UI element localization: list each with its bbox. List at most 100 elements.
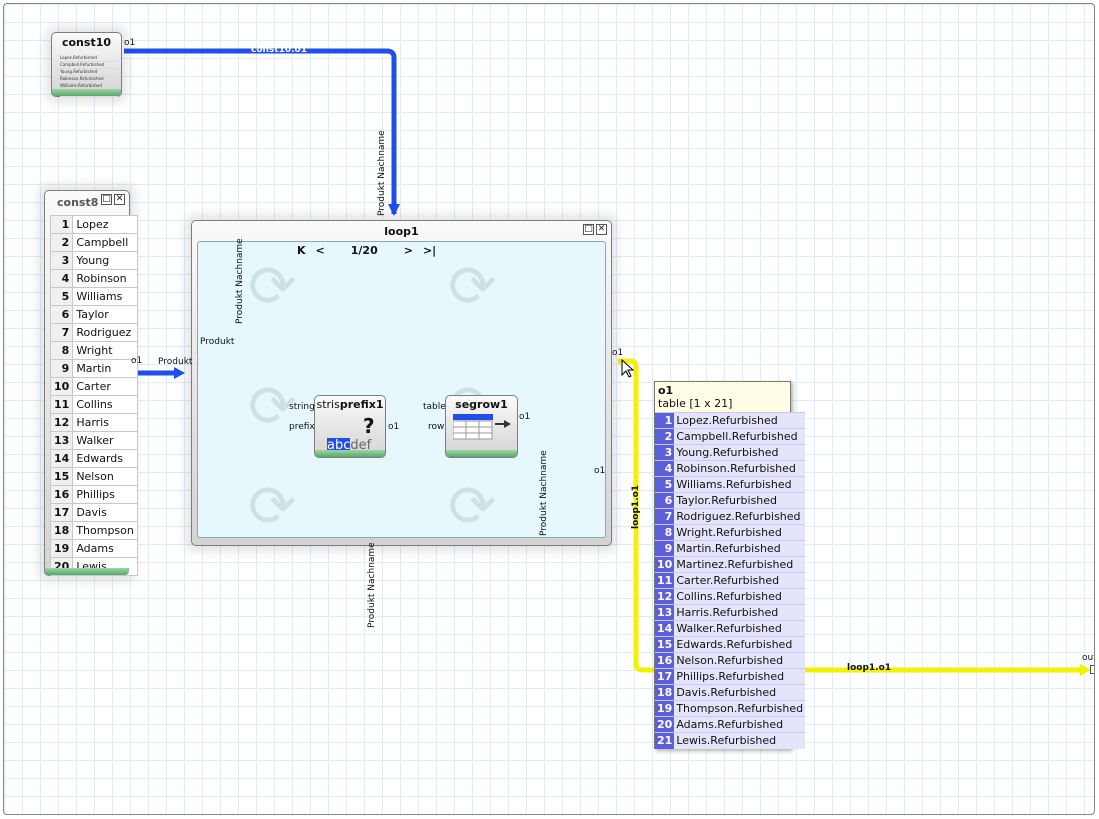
list-item-value: Campbell [72,233,138,252]
list-item[interactable]: 15 Nelson [49,467,138,486]
list-item[interactable]: 13 Walker [49,431,138,450]
row-value: Wright.Refurbished [674,524,806,541]
wire-const10-to-loop1 [124,48,397,214]
row-index: 6 [655,492,675,509]
row-index: 1 [655,412,675,429]
segrow1-footer [446,450,517,457]
table-row: 10 Martinez.Refurbished [655,556,806,573]
row-value: Williams.Refurbished [674,476,806,493]
loop1-pager: K < 1/20 > >| [297,244,436,257]
row-value: Nelson.Refurbished [674,652,806,669]
row-value: Lopez.Refurbished [674,412,806,429]
table-row: 14 Walker.Refurbished [655,620,806,637]
loop-arrows-icon: ⟳ [248,252,297,320]
table-row: 9 Martin.Refurbished [655,540,806,557]
row-value: Walker.Refurbished [674,620,806,637]
list-item[interactable]: 1 Lopez [49,215,138,234]
list-item[interactable]: 12 Harris [49,413,138,432]
row-value: Taylor.Refurbished [674,492,806,509]
strisprefix1-footer [315,450,385,457]
row-value: Edwards.Refurbished [674,636,806,653]
list-item[interactable]: 19 Adams [49,539,138,558]
row-index: 21 [655,732,675,749]
table-row: 20 Adams.Refurbished [655,716,806,733]
const8-node[interactable]: const8 □ ✕ 1 Lopez 2 Campbell 3 Young 4 Robinso… [44,190,138,576]
list-item[interactable]: 4 Robinson [49,269,138,288]
mouse-cursor-icon [621,359,635,378]
list-item-index: 19 [49,539,74,558]
row-index: 2 [655,428,675,445]
row-value: Rodriguez.Refurbished [674,508,806,525]
segrow1-port-row: row [428,422,445,432]
list-item[interactable]: 5 Williams [49,287,138,306]
list-item[interactable]: 17 Davis [49,503,138,522]
close-icon[interactable]: ✕ [596,224,607,235]
out-port[interactable] [1090,665,1094,674]
list-item-value: Harris [72,413,138,432]
segrow1-node[interactable]: segrow1 [445,395,518,458]
list-item[interactable]: 16 Phillips [49,485,138,504]
maximize-icon[interactable]: □ [101,194,112,205]
close-icon[interactable]: ✕ [114,194,125,205]
row-index: 15 [655,636,675,653]
pager-first-icon[interactable]: K [297,244,306,257]
workflow-canvas[interactable]: const10 Lopez.Refurbished Campbell.Refurb… [3,3,1095,815]
loop1-inner-nachname-bottom-label: Produkt Nachname [539,450,549,536]
list-item-value: Taylor [72,305,138,324]
const8-footer [45,568,129,575]
o1-panel-header: o1 table [1 x 21] [655,382,790,412]
table-row-icon [453,414,511,440]
segrow1-title: segrow1 [455,398,508,411]
loop-arrows-icon: ⟳ [448,472,497,540]
pager-last-icon[interactable]: >| [423,244,436,257]
loop1-inner-produkt-label: Produkt [200,337,235,347]
loop1-input-produkt-label: Produkt [158,357,193,367]
list-item[interactable]: 9 Martin [49,359,138,378]
strisprefix1-node[interactable]: strisprefix1 ? abcdef [314,395,386,458]
list-item-index: 9 [49,359,74,378]
list-item[interactable]: 6 Taylor [49,305,138,324]
loop1-inner-nachname-label: Produkt Nachname [235,238,245,324]
loop1-out-wire-label: loop1.o1 [847,663,892,673]
table-row: 5 Williams.Refurbished [655,476,806,493]
const10-node[interactable]: const10 Lopez.Refurbished Campbell.Refurb… [51,32,122,97]
row-value: Harris.Refurbished [674,604,806,621]
row-value: Martin.Refurbished [674,540,806,557]
row-index: 8 [655,524,675,541]
list-item-index: 10 [49,377,74,396]
table-row: 4 Robinson.Refurbished [655,460,806,477]
list-item[interactable]: 7 Rodriguez [49,323,138,342]
o1-panel-table: 1 Lopez.Refurbished 2 Campbell.Refurbished 3… [655,412,806,749]
list-item-index: 1 [49,215,74,234]
row-index: 5 [655,476,675,493]
maximize-icon[interactable]: □ [583,224,594,235]
list-item-value: Young [72,251,138,270]
list-item-index: 11 [49,395,74,414]
preview-row: Campbell.Refurbished [60,62,118,69]
list-item[interactable]: 8 Wright [49,341,138,360]
row-index: 9 [655,540,675,557]
list-item[interactable]: 2 Campbell [49,233,138,252]
list-item-value: Edwards [72,449,138,468]
list-item[interactable]: 14 Edwards [49,449,138,468]
list-item[interactable]: 11 Collins [49,395,138,414]
strisprefix1-port-out: o1 [388,422,400,432]
row-value: Davis.Refurbished [674,684,806,701]
segrow1-port-out: o1 [519,412,531,422]
list-item-value: Davis [72,503,138,522]
list-item[interactable]: 3 Young [49,251,138,270]
row-value: Carter.Refurbished [674,572,806,589]
list-item[interactable]: 10 Carter [49,377,138,396]
row-index: 14 [655,620,675,637]
loop1-inner-out-label: o1 [594,466,606,476]
list-item-index: 12 [49,413,74,432]
list-item[interactable]: 18 Thompson [49,521,138,540]
out-port-label: out [1082,653,1094,663]
table-row: 2 Campbell.Refurbished [655,428,806,445]
loop-arrows-icon: ⟳ [448,252,497,320]
row-index: 17 [655,668,675,685]
table-row: 18 Davis.Refurbished [655,684,806,701]
loop1-bottom-label: Produkt Nachname [367,542,377,628]
pager-prev-icon[interactable]: < [316,244,325,257]
pager-next-icon[interactable]: > [404,244,413,257]
